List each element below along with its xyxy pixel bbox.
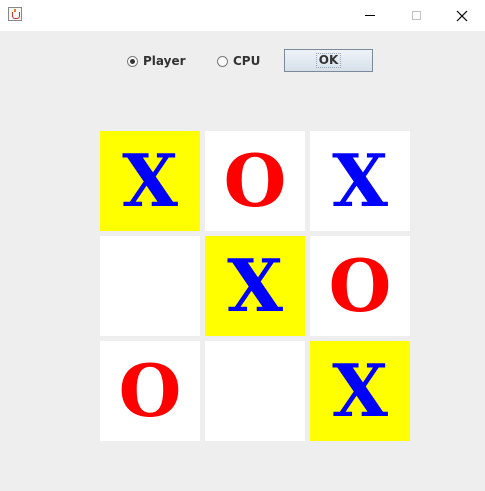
game-board: XOXXOOX (100, 131, 410, 441)
player-radio-indicator[interactable] (127, 55, 138, 67)
close-icon (456, 10, 468, 21)
cpu-radio-indicator[interactable] (217, 55, 228, 67)
board-cell-3-3[interactable]: X (310, 341, 410, 441)
minimize-button[interactable] (347, 0, 393, 31)
cpu-radio-label: CPU (233, 54, 261, 68)
player-radio[interactable]: Player (127, 53, 186, 69)
board-cell-1-3[interactable]: X (310, 131, 410, 231)
cpu-radio[interactable]: CPU (217, 53, 260, 69)
board-cell-2-2[interactable]: X (205, 236, 305, 336)
ok-button[interactable]: OK (284, 49, 373, 72)
java-cup-icon (8, 7, 22, 21)
maximize-icon (411, 11, 421, 20)
ok-button-label: OK (315, 53, 342, 68)
app-window: Player CPU OK XOXXOOX (0, 0, 485, 491)
player-radio-label: Player (143, 54, 186, 68)
board-cell-3-2[interactable] (205, 341, 305, 441)
content-panel: Player CPU OK XOXXOOX (0, 31, 485, 491)
board-cell-2-1[interactable] (100, 236, 200, 336)
close-button[interactable] (439, 0, 485, 31)
minimize-icon (365, 15, 375, 16)
board-cell-1-1[interactable]: X (100, 131, 200, 231)
board-cell-3-1[interactable]: O (100, 341, 200, 441)
title-bar (0, 0, 485, 31)
board-cell-2-3[interactable]: O (310, 236, 410, 336)
board-cell-1-2[interactable]: O (205, 131, 305, 231)
maximize-button[interactable] (393, 0, 439, 31)
mode-controls: Player CPU OK (0, 31, 485, 91)
